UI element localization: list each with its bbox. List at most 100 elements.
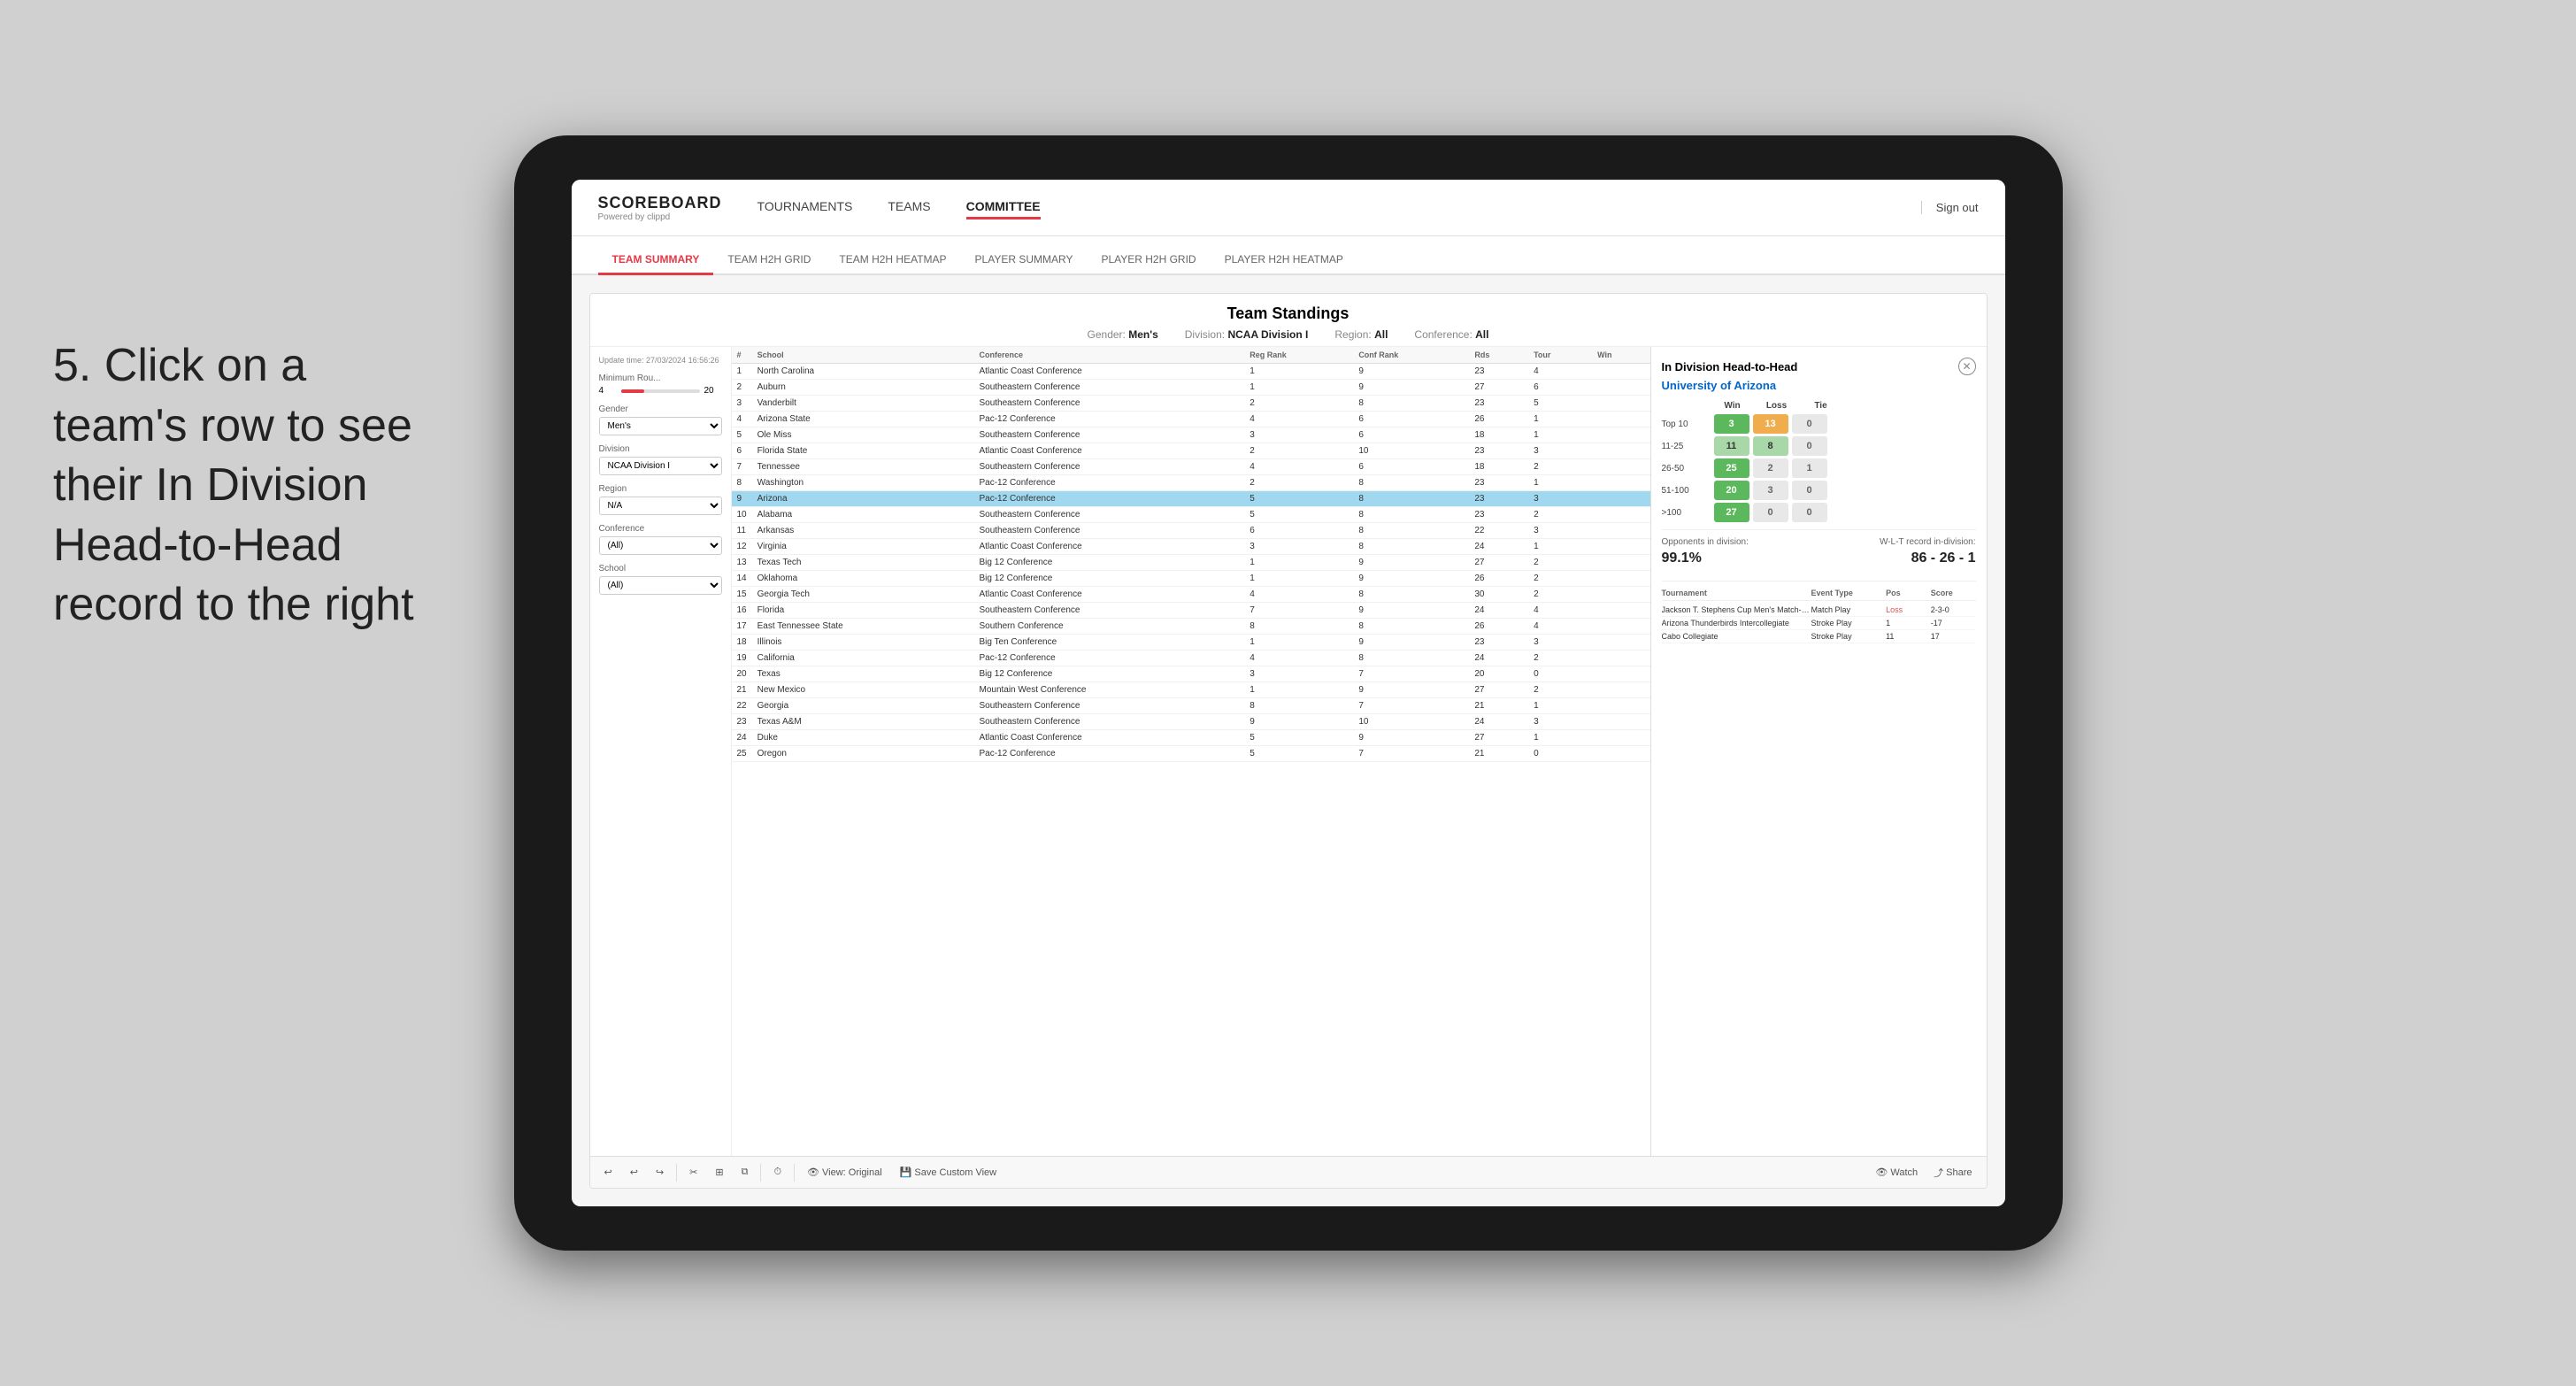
redo-button[interactable]: ↪ <box>650 1165 669 1180</box>
filter-sidebar-region-select[interactable]: N/A <box>599 497 722 515</box>
time-button[interactable]: ⏱ <box>768 1165 787 1180</box>
table-row[interactable]: 19 California Pac-12 Conference 4 8 24 2 <box>732 651 1650 666</box>
cell-tour: 2 <box>1528 682 1592 698</box>
filter-sidebar-school-select[interactable]: (All) <box>599 576 722 595</box>
cell-reg-rank: 8 <box>1244 619 1353 635</box>
copy-button[interactable]: ⊞ <box>710 1165 728 1180</box>
h2h-opponents-label: Opponents in division: <box>1662 537 1749 547</box>
table-row[interactable]: 2 Auburn Southeastern Conference 1 9 27 … <box>732 380 1650 396</box>
table-row[interactable]: 1 North Carolina Atlantic Coast Conferen… <box>732 364 1650 380</box>
undo2-button[interactable]: ↩ <box>625 1165 643 1180</box>
cell-reg-rank: 3 <box>1244 539 1353 555</box>
cell-conf-rank: 9 <box>1353 364 1469 380</box>
h2h-row-51100: 51-100 20 3 0 <box>1662 481 1976 500</box>
table-row[interactable]: 12 Virginia Atlantic Coast Conference 3 … <box>732 539 1650 555</box>
paste-button[interactable]: ⧉ <box>736 1165 754 1180</box>
undo-button[interactable]: ↩ <box>599 1165 618 1180</box>
cell-tour: 1 <box>1528 412 1592 427</box>
cell-tour: 3 <box>1528 443 1592 459</box>
table-row[interactable]: 24 Duke Atlantic Coast Conference 5 9 27… <box>732 730 1650 746</box>
table-row[interactable]: 4 Arizona State Pac-12 Conference 4 6 26… <box>732 412 1650 427</box>
table-row[interactable]: 15 Georgia Tech Atlantic Coast Conferenc… <box>732 587 1650 603</box>
cell-rank: 4 <box>732 412 752 427</box>
table-row[interactable]: 5 Ole Miss Southeastern Conference 3 6 1… <box>732 427 1650 443</box>
table-row[interactable]: 10 Alabama Southeastern Conference 5 8 2… <box>732 507 1650 523</box>
cell-rank: 22 <box>732 698 752 714</box>
cell-reg-rank: 5 <box>1244 491 1353 507</box>
tourney-row-0[interactable]: Jackson T. Stephens Cup Men's Match-Play… <box>1662 604 1976 617</box>
sub-tab-player-h2h-grid[interactable]: PLAYER H2H GRID <box>1087 246 1210 275</box>
share-button[interactable]: ⤴ Share <box>1928 1164 1977 1182</box>
filter-sidebar-division-select[interactable]: NCAA Division I NCAA Division II NCAA Di… <box>599 457 722 475</box>
table-row[interactable]: 9 Arizona Pac-12 Conference 5 8 23 3 <box>732 491 1650 507</box>
table-row[interactable]: 16 Florida Southeastern Conference 7 9 2… <box>732 603 1650 619</box>
table-row[interactable]: 23 Texas A&M Southeastern Conference 9 1… <box>732 714 1650 730</box>
nav-link-tournaments[interactable]: TOURNAMENTS <box>757 196 853 219</box>
sub-tab-player-h2h-heatmap[interactable]: PLAYER H2H HEATMAP <box>1211 246 1357 275</box>
sign-out-button[interactable]: Sign out <box>1921 201 1979 214</box>
h2h-gt100-tie: 0 <box>1792 503 1827 522</box>
table-row[interactable]: 7 Tennessee Southeastern Conference 4 6 … <box>732 459 1650 475</box>
cell-rank: 8 <box>732 475 752 491</box>
cell-reg-rank: 1 <box>1244 555 1353 571</box>
table-row[interactable]: 13 Texas Tech Big 12 Conference 1 9 27 2 <box>732 555 1650 571</box>
filter-conference-label: Conference: <box>1414 328 1472 341</box>
table-row[interactable]: 14 Oklahoma Big 12 Conference 1 9 26 2 <box>732 571 1650 587</box>
sub-tab-team-h2h-grid[interactable]: TEAM H2H GRID <box>713 246 825 275</box>
table-row[interactable]: 11 Arkansas Southeastern Conference 6 8 … <box>732 523 1650 539</box>
cell-win <box>1592 555 1649 571</box>
cell-conference: Southern Conference <box>973 619 1244 635</box>
filter-sidebar-gender-select[interactable]: Men's Women's <box>599 417 722 435</box>
cell-rds: 24 <box>1469 539 1528 555</box>
table-row[interactable]: 21 New Mexico Mountain West Conference 1… <box>732 682 1650 698</box>
table-row[interactable]: 6 Florida State Atlantic Coast Conferenc… <box>732 443 1650 459</box>
watch-button[interactable]: 👁 Watch <box>1870 1165 1923 1180</box>
scissors-button[interactable]: ✂ <box>684 1165 703 1180</box>
sub-tab-team-summary[interactable]: TEAM SUMMARY <box>598 246 714 275</box>
cell-reg-rank: 2 <box>1244 443 1353 459</box>
tourney-row-1[interactable]: Arizona Thunderbirds Intercollegiate Str… <box>1662 617 1976 630</box>
cell-conf-rank: 6 <box>1353 412 1469 427</box>
cell-conference: Mountain West Conference <box>973 682 1244 698</box>
table-row[interactable]: 8 Washington Pac-12 Conference 2 8 23 1 <box>732 475 1650 491</box>
cell-win <box>1592 507 1649 523</box>
table-row[interactable]: 22 Georgia Southeastern Conference 8 7 2… <box>732 698 1650 714</box>
sub-tab-team-h2h-heatmap[interactable]: TEAM H2H HEATMAP <box>825 246 960 275</box>
nav-link-teams[interactable]: TEAMS <box>888 196 930 219</box>
update-time: Update time: 27/03/2024 16:56:26 <box>599 356 722 365</box>
cell-win <box>1592 427 1649 443</box>
cell-school: California <box>752 651 974 666</box>
table-row[interactable]: 3 Vanderbilt Southeastern Conference 2 8… <box>732 396 1650 412</box>
cell-conf-rank: 8 <box>1353 651 1469 666</box>
h2h-top10-tie: 0 <box>1792 414 1827 434</box>
cell-conference: Pac-12 Conference <box>973 491 1244 507</box>
table-row[interactable]: 18 Illinois Big Ten Conference 1 9 23 3 <box>732 635 1650 651</box>
cell-school: Tennessee <box>752 459 974 475</box>
cell-reg-rank: 7 <box>1244 603 1353 619</box>
h2h-1125-loss: 8 <box>1753 436 1788 456</box>
table-row[interactable]: 17 East Tennessee State Southern Confere… <box>732 619 1650 635</box>
min-rounds-slider[interactable] <box>621 389 700 393</box>
share-label: Share <box>1946 1167 1972 1178</box>
save-custom-button[interactable]: 💾 Save Custom View <box>895 1165 1002 1180</box>
h2h-loss-header: Loss <box>1759 401 1795 411</box>
filter-conference: Conference: All <box>1414 328 1488 341</box>
cell-tour: 0 <box>1528 666 1592 682</box>
view-original-button[interactable]: 👁 View: Original <box>802 1165 888 1180</box>
nav-link-committee[interactable]: COMMITTEE <box>966 196 1041 219</box>
table-row[interactable]: 25 Oregon Pac-12 Conference 5 7 21 0 <box>732 746 1650 762</box>
table-row[interactable]: 20 Texas Big 12 Conference 3 7 20 0 <box>732 666 1650 682</box>
cell-conf-rank: 10 <box>1353 443 1469 459</box>
cell-school: Arizona <box>752 491 974 507</box>
cell-tour: 2 <box>1528 555 1592 571</box>
content-title: Team Standings <box>608 304 1969 323</box>
col-rds: Rds <box>1469 347 1528 364</box>
cell-rank: 21 <box>732 682 752 698</box>
h2h-close-button[interactable]: ✕ <box>1958 358 1976 375</box>
sub-tab-player-summary[interactable]: PLAYER SUMMARY <box>961 246 1088 275</box>
filter-sidebar-conference-select[interactable]: (All) <box>599 536 722 555</box>
cell-conference: Big Ten Conference <box>973 635 1244 651</box>
tourney-col-score: Score <box>1931 589 1976 597</box>
tourney-row-2[interactable]: Cabo Collegiate Stroke Play 11 17 <box>1662 630 1976 643</box>
cell-reg-rank: 1 <box>1244 682 1353 698</box>
